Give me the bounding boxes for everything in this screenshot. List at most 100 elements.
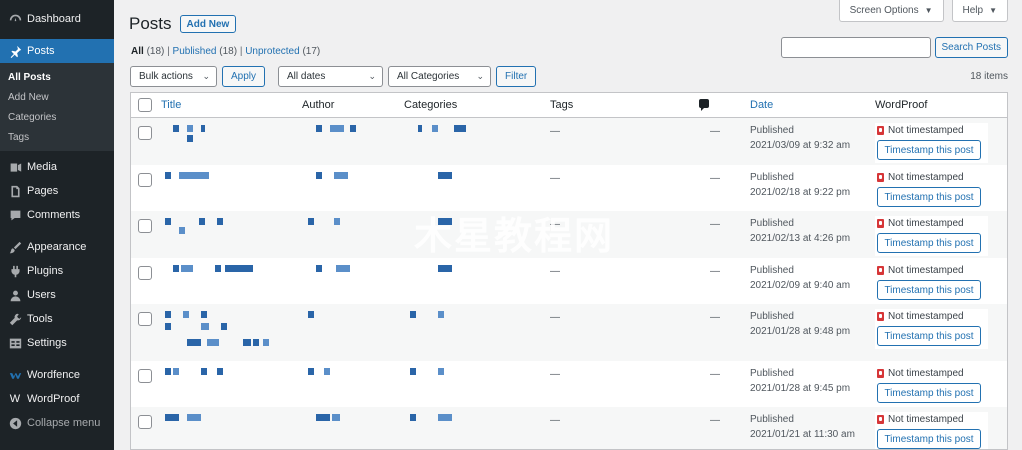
timestamp-status-label: Not timestamped	[888, 265, 964, 276]
post-author-redacted[interactable]	[302, 211, 404, 251]
timestamp-post-button[interactable]: Timestamp this post	[877, 233, 981, 253]
row-checkbox[interactable]	[138, 126, 152, 140]
separator: |	[239, 46, 243, 57]
wordproof-card: Not timestamped Timestamp this post	[875, 263, 988, 303]
column-title[interactable]: Title	[159, 99, 302, 111]
sidebar-item-wordfence[interactable]: Wordfence	[0, 363, 114, 387]
sidebar-item-comments[interactable]: Comments	[0, 203, 114, 227]
timestamp-post-button[interactable]: Timestamp this post	[877, 140, 981, 160]
sidebar-item-appearance[interactable]: Appearance	[0, 235, 114, 259]
sidebar-item-wordproof[interactable]: W WordProof	[0, 387, 114, 411]
timestamp-post-button[interactable]: Timestamp this post	[877, 187, 981, 207]
post-title-redacted[interactable]	[159, 211, 302, 251]
lock-icon	[877, 219, 884, 228]
post-author-redacted[interactable]	[302, 407, 404, 447]
table-row: — — Published 2021/02/13 at 4:26 pm Not …	[131, 211, 1007, 258]
post-status: Published	[750, 218, 794, 229]
sidebar-item-posts[interactable]: Posts	[0, 39, 114, 63]
select-all-checkbox[interactable]	[138, 98, 152, 112]
sidebar-item-users[interactable]: Users	[0, 283, 114, 307]
timestamp-status-label: Not timestamped	[888, 311, 964, 322]
select-value: Bulk actions	[139, 70, 193, 82]
post-status: Published	[750, 414, 794, 425]
row-checkbox[interactable]	[138, 312, 152, 326]
filter-unprotected[interactable]: Unprotected (17)	[245, 46, 320, 57]
help-label: Help	[962, 5, 984, 16]
post-categories-redacted[interactable]	[404, 258, 550, 298]
post-title-redacted[interactable]	[159, 118, 302, 158]
post-author-redacted[interactable]	[302, 165, 404, 205]
sidebar-item-plugins[interactable]: Plugins	[0, 259, 114, 283]
column-comments[interactable]	[683, 99, 750, 111]
sidebar-item-pages[interactable]: Pages	[0, 179, 114, 203]
timestamp-status-label: Not timestamped	[888, 125, 964, 136]
help-button[interactable]: Help ▼	[951, 0, 1008, 22]
post-datetime: 2021/02/13 at 4:26 pm	[750, 233, 851, 244]
row-checkbox[interactable]	[138, 219, 152, 233]
submenu-tags[interactable]: Tags	[0, 127, 114, 147]
main-content: Screen Options ▼ Help ▼ Posts Add New All …	[114, 0, 1022, 450]
timestamp-status: Not timestamped	[877, 414, 984, 425]
items-count: 18 items	[970, 70, 1008, 82]
sidebar-item-settings[interactable]: Settings	[0, 331, 114, 355]
filter-button[interactable]: Filter	[496, 65, 537, 87]
row-checkbox[interactable]	[138, 266, 152, 280]
search-posts-button[interactable]: Search Posts	[934, 37, 1008, 58]
post-title-redacted[interactable]	[159, 304, 302, 346]
column-date[interactable]: Date	[750, 99, 875, 111]
timestamp-post-button[interactable]: Timestamp this post	[877, 326, 981, 346]
column-author: Author	[302, 99, 335, 111]
post-comments: —	[710, 312, 720, 323]
row-checkbox[interactable]	[138, 173, 152, 187]
categories-select[interactable]: All Categories ⌄	[388, 65, 492, 87]
tablenav: Bulk actions ⌄ Apply All dates ⌄ All Categ…	[130, 65, 1008, 87]
post-categories-redacted[interactable]	[404, 211, 550, 251]
sidebar-item-tools[interactable]: Tools	[0, 307, 114, 331]
timestamp-post-button[interactable]: Timestamp this post	[877, 429, 981, 449]
post-categories-redacted[interactable]	[404, 407, 550, 447]
sidebar-item-label: Plugins	[27, 265, 64, 277]
post-categories-redacted[interactable]	[404, 165, 550, 205]
screen-options-button[interactable]: Screen Options ▼	[838, 0, 944, 22]
sidebar-item-dashboard[interactable]: Dashboard	[0, 7, 114, 31]
post-author-redacted[interactable]	[302, 361, 404, 401]
post-title-redacted[interactable]	[159, 407, 302, 447]
sidebar-item-media[interactable]: Media	[0, 155, 114, 179]
post-author-redacted[interactable]	[302, 118, 404, 158]
wordproof-card: Not timestamped Timestamp this post	[875, 216, 988, 256]
bulk-actions-select[interactable]: Bulk actions ⌄	[130, 65, 217, 87]
post-author-redacted[interactable]	[302, 258, 404, 298]
posts-table: Title Author Categories Tags Date WordPr…	[130, 92, 1008, 450]
screen-meta-links: Screen Options ▼ Help ▼	[838, 0, 1008, 22]
post-title-redacted[interactable]	[159, 258, 302, 298]
post-datetime: 2021/01/28 at 9:45 pm	[750, 383, 851, 394]
search-input[interactable]	[780, 37, 931, 58]
timestamp-post-button[interactable]: Timestamp this post	[877, 280, 981, 300]
submenu-categories[interactable]: Categories	[0, 107, 114, 127]
timestamp-post-button[interactable]: Timestamp this post	[877, 383, 981, 403]
apply-button[interactable]: Apply	[222, 65, 266, 87]
header-checkbox-cell	[131, 98, 159, 112]
table-row: — — Published 2021/01/28 at 9:45 pm Not …	[131, 361, 1007, 407]
post-title-redacted[interactable]	[159, 165, 302, 205]
row-checkbox-cell	[131, 258, 159, 280]
post-datetime: 2021/03/09 at 9:32 am	[750, 140, 851, 151]
filter-published[interactable]: Published (18)	[173, 46, 238, 57]
collapse-icon	[8, 416, 22, 430]
post-author-redacted[interactable]	[302, 304, 404, 344]
post-categories-redacted[interactable]	[404, 304, 550, 344]
post-tags: —	[550, 312, 560, 323]
post-categories-redacted[interactable]	[404, 361, 550, 401]
row-checkbox[interactable]	[138, 369, 152, 383]
add-new-button[interactable]: Add New	[179, 15, 237, 33]
post-categories-redacted[interactable]	[404, 118, 550, 158]
submenu-all-posts[interactable]: All Posts	[0, 67, 114, 87]
submenu-add-new[interactable]: Add New	[0, 87, 114, 107]
post-tags: —	[550, 266, 560, 277]
collapse-menu[interactable]: Collapse menu	[0, 411, 114, 435]
dates-select[interactable]: All dates ⌄	[278, 65, 384, 87]
filter-all[interactable]: All (18)	[131, 46, 164, 57]
post-title-redacted[interactable]	[159, 361, 302, 401]
row-checkbox[interactable]	[138, 415, 152, 429]
table-row: — — Published 2021/01/28 at 9:48 pm Not …	[131, 304, 1007, 361]
